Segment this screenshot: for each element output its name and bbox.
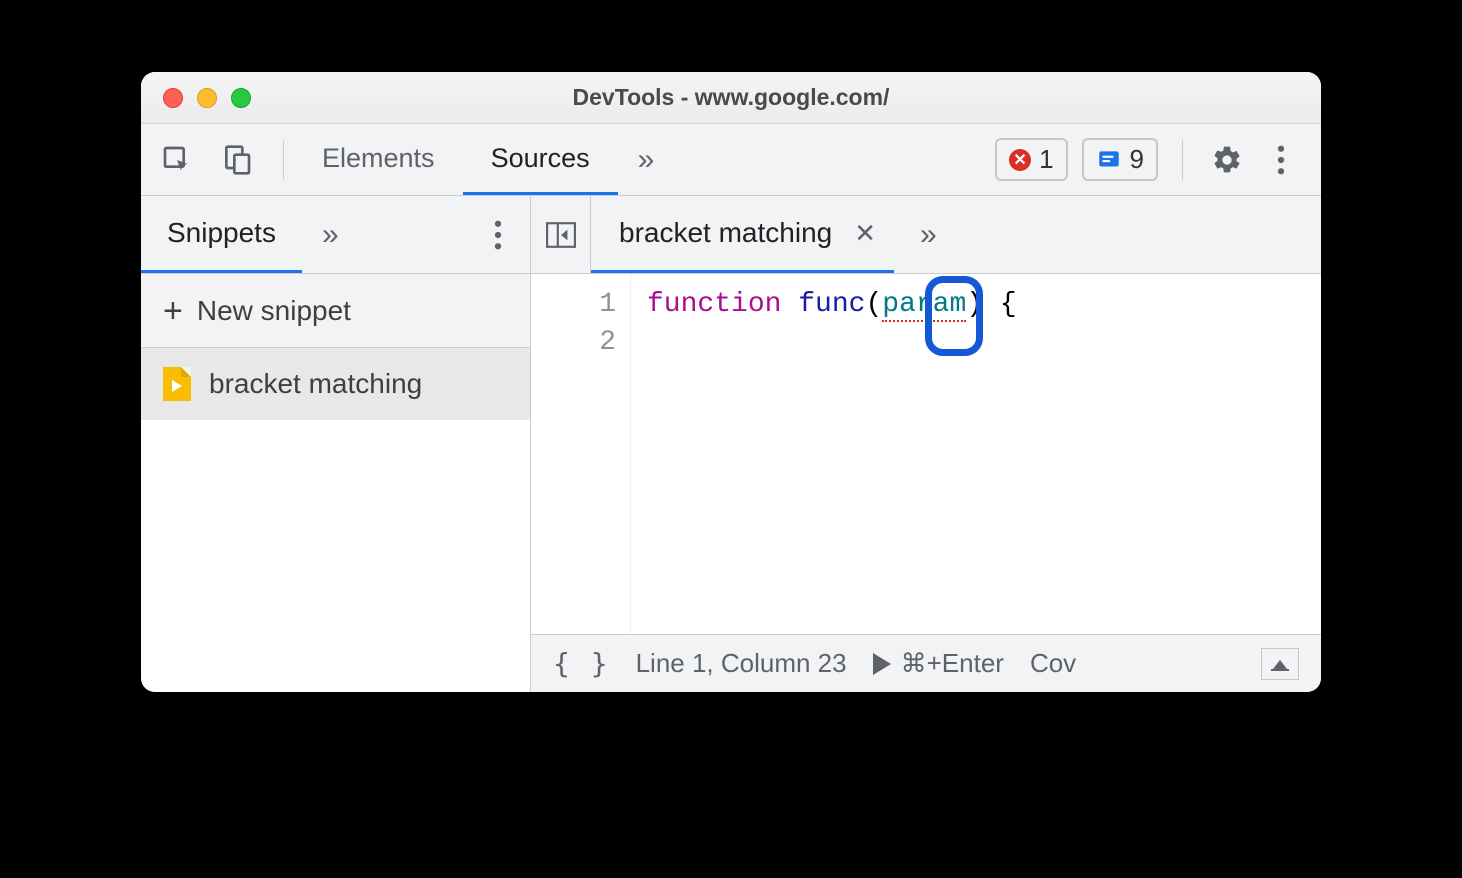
settings-button[interactable] bbox=[1207, 144, 1247, 176]
line-gutter: 1 2 bbox=[531, 274, 631, 634]
editor-tab-label: bracket matching bbox=[619, 217, 832, 249]
issue-icon bbox=[1096, 147, 1122, 173]
error-icon: ✕ bbox=[1009, 149, 1031, 171]
maximize-window-button[interactable] bbox=[231, 88, 251, 108]
sidebar-tabs: Snippets » bbox=[141, 196, 530, 274]
snippet-list: bracket matching bbox=[141, 348, 530, 692]
token-brace: { bbox=[1000, 289, 1017, 320]
main-toolbar: Elements Sources » ✕ 1 9 bbox=[141, 124, 1321, 196]
plus-icon: + bbox=[163, 294, 183, 328]
issues-badge[interactable]: 9 bbox=[1082, 138, 1158, 181]
token-keyword: function bbox=[647, 289, 781, 320]
editor-tabs: bracket matching ✕ » bbox=[531, 196, 1321, 274]
close-window-button[interactable] bbox=[163, 88, 183, 108]
new-snippet-button[interactable]: + New snippet bbox=[141, 274, 530, 348]
snippet-item-label: bracket matching bbox=[209, 368, 422, 400]
play-icon bbox=[873, 653, 891, 675]
inspect-element-icon[interactable] bbox=[159, 142, 195, 178]
close-tab-button[interactable]: ✕ bbox=[850, 218, 880, 249]
token-param: param bbox=[882, 289, 966, 320]
tab-sources[interactable]: Sources bbox=[463, 124, 618, 195]
run-shortcut-label: ⌘+Enter bbox=[901, 648, 1004, 679]
navigator-toggle-button[interactable] bbox=[531, 196, 591, 273]
sidebar-options-button[interactable] bbox=[466, 196, 530, 273]
editor-tab[interactable]: bracket matching ✕ bbox=[591, 196, 894, 273]
window-title: DevTools - www.google.com/ bbox=[141, 84, 1321, 111]
sidebar-more-tabs[interactable]: » bbox=[302, 196, 359, 273]
line-number: 2 bbox=[531, 324, 616, 362]
device-toolbar-icon[interactable] bbox=[219, 142, 255, 178]
editor-panel: bracket matching ✕ » 1 2 function func(p… bbox=[531, 196, 1321, 692]
snippet-file-icon bbox=[163, 367, 191, 401]
panel-tabs: Elements Sources bbox=[294, 124, 618, 195]
errors-badge[interactable]: ✕ 1 bbox=[995, 138, 1067, 181]
cursor-position: Line 1, Column 23 bbox=[636, 648, 847, 679]
more-tabs-button[interactable]: » bbox=[618, 124, 675, 195]
sidebar-tab-snippets[interactable]: Snippets bbox=[141, 196, 302, 273]
devtools-window: DevTools - www.google.com/ Elements Sour… bbox=[141, 72, 1321, 692]
more-options-button[interactable] bbox=[1261, 145, 1301, 175]
sidebar: Snippets » + New snippet bracket matchin… bbox=[141, 196, 531, 692]
token-lparen: ( bbox=[865, 289, 882, 320]
coverage-label[interactable]: Cov bbox=[1030, 648, 1076, 679]
tab-elements[interactable]: Elements bbox=[294, 124, 463, 195]
window-controls bbox=[141, 88, 251, 108]
minimize-window-button[interactable] bbox=[197, 88, 217, 108]
snippet-item[interactable]: bracket matching bbox=[141, 348, 530, 420]
code-content: function func(param) { bbox=[631, 274, 1017, 634]
code-editor[interactable]: 1 2 function func(param) { bbox=[531, 274, 1321, 634]
token-rparen: ) bbox=[966, 289, 983, 320]
pretty-print-button[interactable]: { } bbox=[553, 647, 610, 680]
titlebar: DevTools - www.google.com/ bbox=[141, 72, 1321, 124]
editor-more-tabs[interactable]: » bbox=[894, 196, 963, 273]
editor-statusbar: { } Line 1, Column 23 ⌘+Enter Cov bbox=[531, 634, 1321, 692]
toolbar-divider-right bbox=[1182, 140, 1183, 180]
errors-count: 1 bbox=[1039, 144, 1053, 175]
token-function-name: func bbox=[798, 289, 865, 320]
issues-count: 9 bbox=[1130, 144, 1144, 175]
new-snippet-label: New snippet bbox=[197, 295, 351, 327]
run-snippet-button[interactable]: ⌘+Enter bbox=[873, 648, 1004, 679]
drawer-toggle-button[interactable] bbox=[1261, 648, 1299, 680]
body: Snippets » + New snippet bracket matchin… bbox=[141, 196, 1321, 692]
line-number: 1 bbox=[531, 286, 616, 324]
toolbar-divider bbox=[283, 140, 284, 180]
